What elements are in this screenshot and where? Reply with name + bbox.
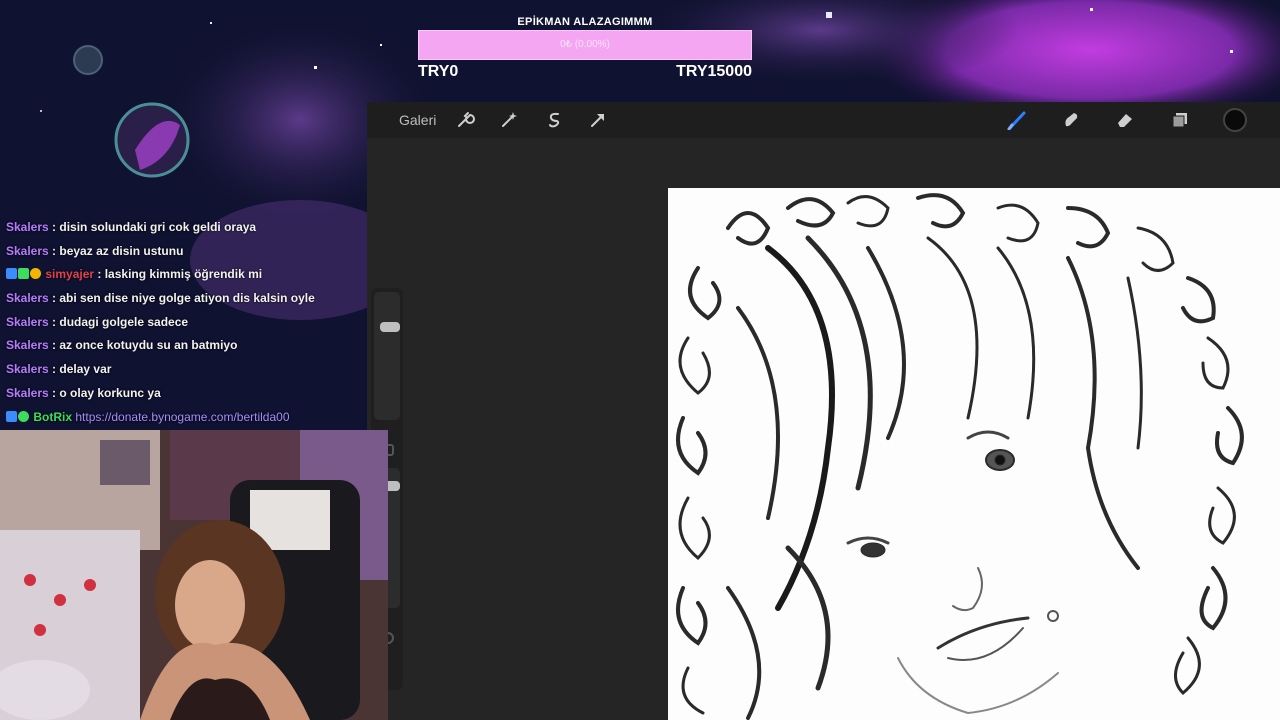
wrench-icon[interactable] [455, 110, 475, 130]
verified-badge-icon [18, 410, 29, 422]
chat-username[interactable]: Skalers [6, 220, 49, 234]
chat-message: BotRix https://donate.bynogame.com/berti… [0, 406, 380, 430]
stream-chat: Skalers : disin solundaki gri cok geldi … [0, 216, 380, 429]
chat-text: : beyaz az disin ustunu [52, 243, 184, 258]
chat-username[interactable]: Skalers [6, 244, 49, 258]
webcam-feed [0, 430, 388, 720]
goal-progress-bar: 0₺ (0.00%) [418, 30, 752, 60]
chat-text: : disin solundaki gri cok geldi oraya [52, 220, 257, 234]
chat-username[interactable]: Skalers [6, 338, 49, 352]
brush-icon[interactable] [1007, 110, 1027, 130]
layers-icon[interactable] [1170, 110, 1190, 130]
chat-text: : lasking kimmiş öğrendik mi [97, 267, 263, 282]
chat-text: : dudagi golgele sadece [52, 314, 189, 329]
chat-text: : az once kotuydu su an batmiyo [52, 338, 238, 353]
selection-icon[interactable] [544, 110, 564, 130]
chat-message: Skalers : abi sen dise niye golge atiyon… [0, 287, 380, 311]
color-picker-swatch[interactable] [1223, 108, 1247, 132]
chat-text: : abi sen dise niye golge atiyon dis kal… [52, 291, 315, 306]
chat-message: Skalers : o olay korkunc ya [0, 382, 380, 406]
number-1-badge-icon [30, 268, 41, 280]
goal-progress-text: 0₺ (0.00%) [560, 39, 610, 50]
chat-text: : delay var [52, 362, 112, 377]
goal-title: EPİKMAN ALAZAGIMMM [517, 16, 653, 28]
chat-message: Skalers : beyaz az disin ustunu [0, 240, 380, 264]
procreate-toolbar: Galeri [367, 102, 1280, 138]
brush-size-thumb[interactable] [380, 322, 400, 332]
gallery-button[interactable]: Galeri [399, 102, 436, 138]
drawing-canvas[interactable] [668, 188, 1280, 720]
prime-badge-icon [6, 410, 17, 422]
curly-hair-portrait-sketch [676, 193, 1244, 720]
donation-goal-widget: EPİKMAN ALAZAGIMMM 0₺ (0.00%) TRY0 TRY15… [418, 14, 752, 81]
prime-badge-icon [6, 268, 17, 280]
chat-username[interactable]: Skalers [6, 315, 49, 329]
streamer-webcam-image [0, 430, 388, 720]
eraser-icon[interactable] [1115, 110, 1135, 130]
goal-start-amount: TRY0 [418, 63, 459, 80]
chat-message: Skalers : delay var [0, 358, 380, 382]
smudge-icon[interactable] [1061, 110, 1081, 130]
chat-username[interactable]: Skalers [6, 362, 49, 376]
chat-message: Skalers : az once kotuydu su an batmiyo [0, 334, 380, 358]
chat-username[interactable]: Skalers [6, 291, 49, 305]
chat-username[interactable]: BotRix [33, 410, 72, 424]
chat-message: simyajer : lasking kimmiş öğrendik mi [0, 263, 380, 287]
chat-text: : o olay korkunc ya [52, 385, 161, 400]
goal-target-amount: TRY15000 [676, 63, 752, 80]
stream-screen: EPİKMAN ALAZAGIMMM 0₺ (0.00%) TRY0 TRY15… [0, 0, 1280, 720]
transform-arrow-icon[interactable] [588, 110, 608, 130]
magic-wand-icon[interactable] [499, 110, 519, 130]
chat-message: Skalers : dudagi golgele sadece [0, 311, 380, 335]
chat-message: Skalers : disin solundaki gri cok geldi … [0, 216, 380, 240]
procreate-window: Galeri [367, 102, 1280, 720]
chat-link[interactable]: https://donate.bynogame.com/bertilda00 [75, 410, 289, 424]
chat-username[interactable]: simyajer [45, 267, 94, 281]
chat-username[interactable]: Skalers [6, 386, 49, 400]
sparkle-badge-icon [18, 268, 29, 280]
